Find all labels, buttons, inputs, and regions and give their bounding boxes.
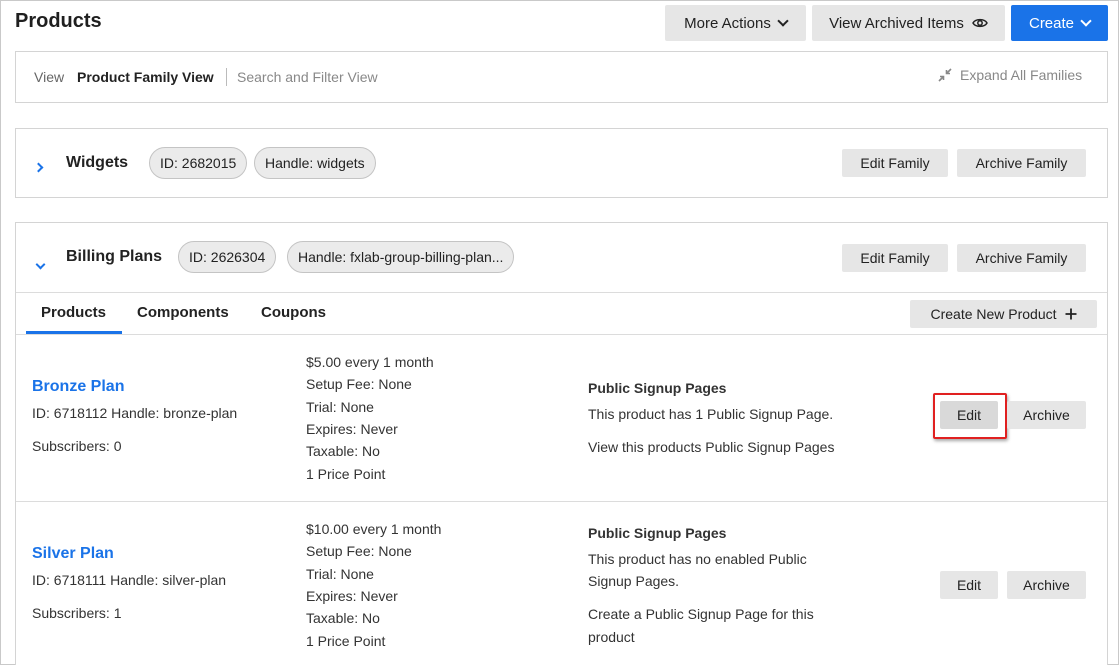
chevron-down-icon [777, 15, 789, 27]
trial-text: Trial: None [306, 399, 374, 415]
trial-text: Trial: None [306, 566, 374, 582]
collapse-family-toggle[interactable] [35, 255, 46, 273]
collapse-arrows-icon [938, 68, 952, 82]
archive-family-button[interactable]: Archive Family [957, 149, 1086, 177]
signup-heading: Public Signup Pages [588, 380, 727, 396]
create-button[interactable]: Create [1011, 5, 1108, 41]
page-title: Products [15, 10, 102, 32]
plus-icon [1065, 308, 1077, 320]
chevron-down-icon [35, 259, 46, 270]
signup-text: Signup Pages. [588, 573, 680, 589]
create-signup-page-link[interactable]: Create a Public Signup Page for this [588, 603, 814, 625]
more-actions-button[interactable]: More Actions [665, 5, 806, 41]
search-filter-view-tab[interactable]: Search and Filter View [237, 69, 378, 85]
tab-products-label: Products [41, 304, 107, 321]
subscribers-link[interactable]: Subscribers: 0 [32, 435, 121, 457]
taxable-text: Taxable: No [306, 610, 380, 626]
create-label: Create [1028, 14, 1075, 32]
family-handle-badge: Handle: fxlab-group-billing-plan... [287, 241, 515, 273]
create-new-product-label: Create New Product [930, 306, 1057, 322]
setup-fee-text: Setup Fee: None [306, 376, 412, 392]
view-divider [226, 68, 227, 86]
edit-product-button[interactable]: Edit [940, 401, 998, 429]
view-archived-button[interactable]: View Archived Items [812, 5, 1005, 41]
family-widgets: Widgets ID: 2682015 Handle: widgets Edit… [15, 128, 1108, 198]
price-text: $5.00 every 1 month [306, 354, 434, 370]
product-name-link[interactable]: Silver Plan [32, 545, 114, 563]
price-text: $10.00 every 1 month [306, 521, 442, 537]
eye-icon [972, 18, 988, 28]
product-name-link[interactable]: Bronze Plan [32, 378, 124, 396]
family-name: Billing Plans [66, 248, 163, 265]
archive-product-button[interactable]: Archive [1007, 401, 1086, 429]
expires-text: Expires: Never [306, 421, 398, 437]
signup-text: This product has no enabled Public [588, 551, 807, 567]
family-id-badge: ID: 2626304 [178, 241, 277, 273]
view-label: View [34, 69, 65, 85]
family-name: Widgets [66, 154, 129, 171]
expires-text: Expires: Never [306, 588, 398, 604]
archive-product-button[interactable]: Archive [1007, 571, 1086, 599]
archive-family-button[interactable]: Archive Family [957, 244, 1086, 272]
tab-products[interactable]: Products [26, 293, 122, 334]
family-billing-plans: Billing Plans ID: 2626304 Handle: fxlab-… [15, 222, 1108, 665]
expand-all-button[interactable]: Expand All Families [938, 67, 1082, 83]
divider [16, 292, 1107, 293]
create-signup-page-link[interactable]: product [588, 626, 635, 648]
signup-pages-link[interactable]: View this products Public Signup Pages [588, 436, 834, 458]
product-meta: ID: 6718112 Handle: bronze-plan [32, 405, 238, 421]
product-row: Bronze Plan ID: 6718112 Handle: bronze-p… [16, 335, 1107, 501]
family-handle-badge: Handle: widgets [254, 147, 376, 179]
chevron-right-icon [33, 162, 44, 173]
tab-coupons[interactable]: Coupons [261, 304, 326, 321]
edit-family-button[interactable]: Edit Family [842, 244, 948, 272]
product-row: Silver Plan ID: 6718111 Handle: silver-p… [16, 502, 1107, 665]
expand-all-label: Expand All Families [960, 67, 1083, 83]
edit-product-button[interactable]: Edit [940, 571, 998, 599]
view-archived-label: View Archived Items [829, 14, 964, 32]
setup-fee-text: Setup Fee: None [306, 543, 412, 559]
chevron-down-icon [1080, 15, 1092, 27]
product-family-view-tab[interactable]: Product Family View [77, 69, 214, 85]
view-bar: View Product Family View Search and Filt… [15, 51, 1108, 103]
price-points-link[interactable]: 1 Price Point [306, 630, 385, 652]
expand-family-toggle[interactable] [33, 158, 44, 176]
family-id-badge: ID: 2682015 [149, 147, 248, 179]
edit-family-button[interactable]: Edit Family [842, 149, 948, 177]
signup-text: This product has 1 Public Signup Page. [588, 406, 834, 422]
tab-components[interactable]: Components [137, 304, 229, 321]
create-new-product-button[interactable]: Create New Product [910, 300, 1097, 328]
taxable-text: Taxable: No [306, 443, 380, 459]
price-points-link[interactable]: 1 Price Point [306, 463, 385, 485]
signup-heading: Public Signup Pages [588, 525, 727, 541]
more-actions-label: More Actions [684, 14, 771, 32]
subscribers-link[interactable]: Subscribers: 1 [32, 602, 121, 624]
product-meta: ID: 6718111 Handle: silver-plan [32, 572, 227, 588]
